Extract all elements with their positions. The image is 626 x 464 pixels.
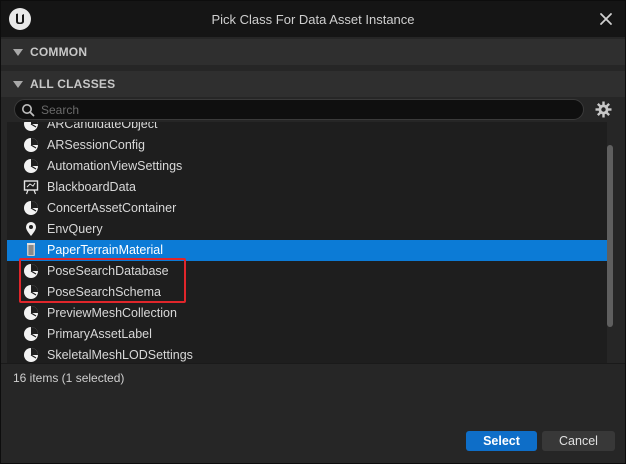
class-list-item-label: PreviewMeshCollection (47, 306, 177, 320)
class-list-item[interactable]: BlackboardData (7, 177, 607, 198)
search-icon (21, 103, 35, 120)
cancel-button[interactable]: Cancel (542, 431, 615, 451)
data-asset-icon (23, 137, 39, 153)
class-list-item[interactable]: PaperTerrainMaterial (7, 240, 607, 261)
data-asset-icon (23, 122, 39, 132)
data-asset-icon (23, 284, 39, 300)
section-common[interactable]: COMMON (1, 39, 625, 65)
blackboard-icon (23, 179, 39, 195)
pick-class-dialog: Pick Class For Data Asset Instance COMMO… (0, 0, 626, 464)
section-all-classes[interactable]: ALL CLASSES (1, 71, 625, 97)
class-list-item[interactable]: PrimaryAssetLabel (7, 324, 607, 345)
data-asset-icon (23, 347, 39, 363)
class-list[interactable]: ARCandidateObject ARSessionConfig Automati… (7, 122, 607, 363)
class-list-item[interactable]: ConcertAssetContainer (7, 198, 607, 219)
title-bar: Pick Class For Data Asset Instance (1, 1, 625, 37)
class-list-item[interactable]: ARCandidateObject (7, 122, 607, 135)
data-asset-icon (23, 305, 39, 321)
class-list-item-label: PoseSearchSchema (47, 285, 161, 299)
search-box[interactable] (14, 99, 584, 120)
search-input[interactable] (41, 101, 571, 118)
class-list-item[interactable]: SkeletalMeshLODSettings (7, 345, 607, 363)
class-list-item-label: PoseSearchDatabase (47, 264, 169, 278)
close-icon[interactable] (597, 10, 615, 28)
select-button[interactable]: Select (466, 431, 537, 451)
data-asset-icon (23, 158, 39, 174)
expand-triangle-icon (13, 81, 23, 88)
dialog-title: Pick Class For Data Asset Instance (211, 12, 415, 27)
class-list-item-label: PrimaryAssetLabel (47, 327, 152, 341)
item-count: 16 items (1 selected) (13, 371, 125, 385)
dialog-footer: Select Cancel (1, 391, 625, 463)
search-row (1, 97, 625, 122)
scrollbar[interactable] (607, 145, 613, 327)
class-list-item-label: ARCandidateObject (47, 122, 158, 131)
class-list-item-label: SkeletalMeshLODSettings (47, 348, 193, 362)
section-all-classes-label: ALL CLASSES (30, 77, 116, 91)
gear-icon[interactable] (595, 101, 612, 121)
data-asset-icon (23, 326, 39, 342)
data-asset-icon (23, 263, 39, 279)
class-list-item[interactable]: EnvQuery (7, 219, 607, 240)
class-list-item[interactable]: PoseSearchSchema (7, 282, 607, 303)
data-asset-icon (23, 200, 39, 216)
class-list-item[interactable]: AutomationViewSettings (7, 156, 607, 177)
expand-triangle-icon (13, 49, 23, 56)
class-list-item[interactable]: PreviewMeshCollection (7, 303, 607, 324)
status-bar: 16 items (1 selected) (1, 363, 625, 391)
class-list-item-label: AutomationViewSettings (47, 159, 183, 173)
class-list-item-label: ConcertAssetContainer (47, 201, 177, 215)
class-list-item-label: BlackboardData (47, 180, 136, 194)
class-list-item-label: EnvQuery (47, 222, 103, 236)
class-list-item-label: PaperTerrainMaterial (47, 243, 164, 257)
class-list-item[interactable]: ARSessionConfig (7, 135, 607, 156)
class-list-item[interactable]: PoseSearchDatabase (7, 261, 607, 282)
terrain-material-icon (23, 242, 39, 258)
class-list-item-label: ARSessionConfig (47, 138, 145, 152)
env-query-icon (23, 221, 39, 237)
section-common-label: COMMON (30, 45, 88, 59)
